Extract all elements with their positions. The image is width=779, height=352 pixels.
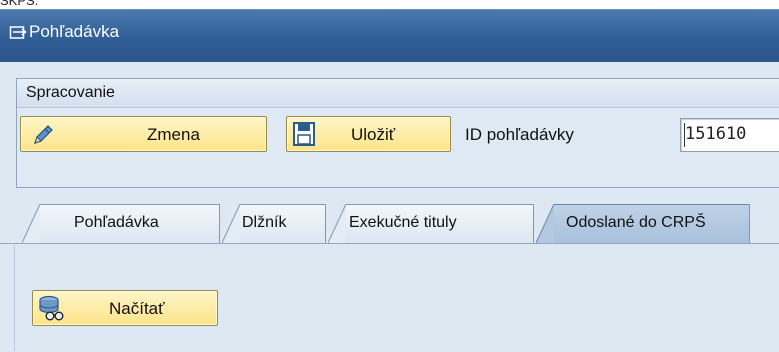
floppy-disk-icon xyxy=(293,122,315,146)
cropped-top-text: SKPS. xyxy=(0,0,779,9)
save-button-label: Uložiť xyxy=(351,125,396,144)
processing-group-header: Spracovanie xyxy=(17,79,779,108)
tab-label: Dlžník xyxy=(242,214,287,231)
change-button[interactable]: Zmena xyxy=(20,116,267,152)
tab-edge xyxy=(22,204,40,243)
tab-content-panel: Načítať xyxy=(0,243,779,352)
processing-group-title: Spracovanie xyxy=(26,84,115,101)
claim-id-field[interactable]: 151610 xyxy=(680,118,779,152)
database-binoculars-icon xyxy=(39,295,64,321)
change-button-label: Zmena xyxy=(147,125,200,144)
tab-edge xyxy=(222,204,240,243)
tab-edge xyxy=(536,204,554,243)
load-button[interactable]: Načítať xyxy=(32,290,218,326)
window-title-bar: Pohľadávka xyxy=(0,9,779,63)
tab-dlznik[interactable]: Dlžník xyxy=(222,204,326,243)
tab-label: Pohľadávka xyxy=(74,214,159,231)
load-button-label: Načítať xyxy=(109,299,165,318)
window-title: Pohľadávka xyxy=(29,22,120,41)
tab-exekucne-tituly[interactable]: Exekučné tituly xyxy=(328,204,534,243)
tab-odoslane-do-crps[interactable]: Odoslané do CRPŠ xyxy=(536,204,750,243)
tab-label: Exekučné tituly xyxy=(349,214,457,231)
text-caret xyxy=(684,123,685,147)
cropped-text: SKPS. xyxy=(0,0,39,8)
pencil-icon xyxy=(34,125,53,144)
save-button[interactable]: Uložiť xyxy=(286,116,451,152)
tab-edge xyxy=(328,204,346,243)
tab-pohladavka[interactable]: Pohľadávka xyxy=(22,204,220,243)
tab-strip: Pohľadávka Dlžník Exekučné tituly Odosla… xyxy=(0,204,779,243)
tab-label: Odoslané do CRPŠ xyxy=(566,214,706,231)
tab-content-edge xyxy=(14,243,15,351)
display-icon xyxy=(9,26,27,39)
claim-id-label: ID pohľadávky xyxy=(465,125,574,144)
